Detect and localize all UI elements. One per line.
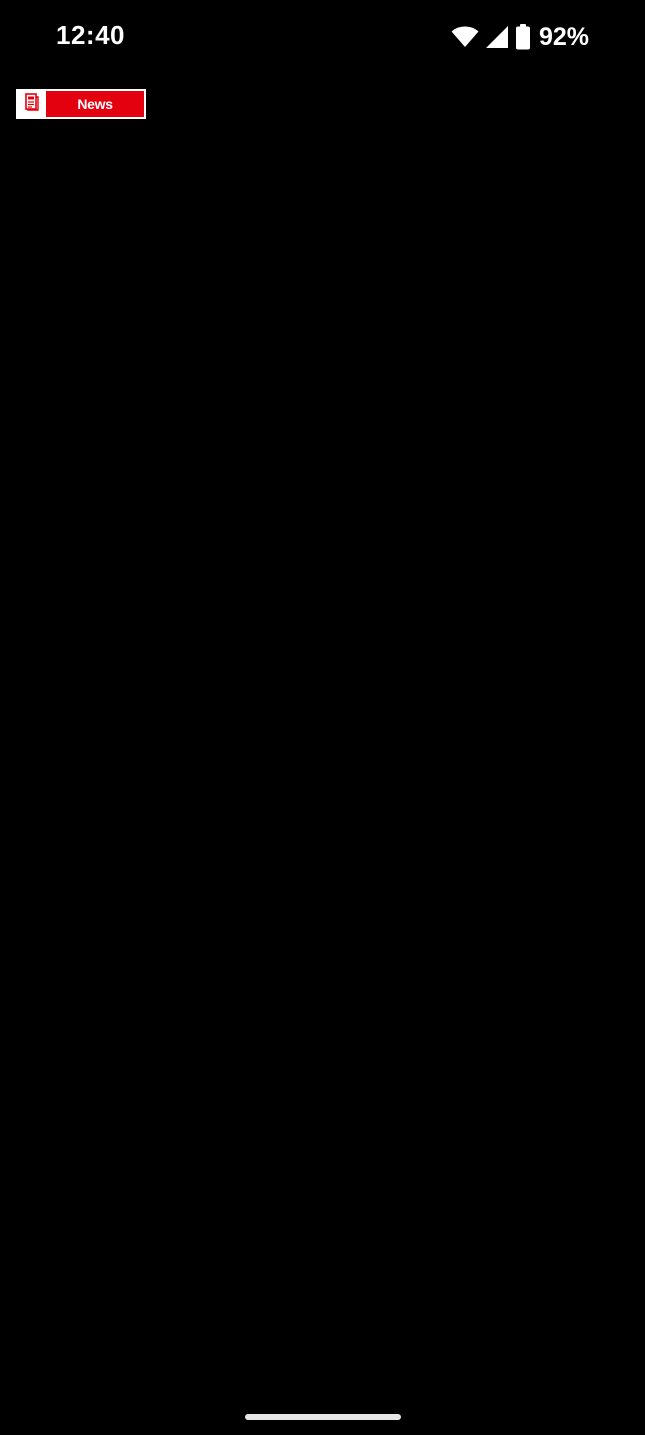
news-label: News (46, 91, 144, 117)
battery-icon (515, 24, 531, 50)
home-indicator[interactable] (245, 1414, 401, 1420)
wifi-icon (451, 26, 479, 48)
cell-signal-icon (485, 25, 509, 49)
battery-percentage: 92% (538, 22, 589, 51)
status-icons: 92% (451, 22, 589, 52)
status-time: 12:40 (56, 20, 125, 50)
newspaper-icon (25, 92, 39, 116)
status-bar: 12:40 92% (0, 0, 645, 74)
news-widget[interactable]: News (16, 89, 146, 119)
news-icon-container (18, 91, 46, 117)
